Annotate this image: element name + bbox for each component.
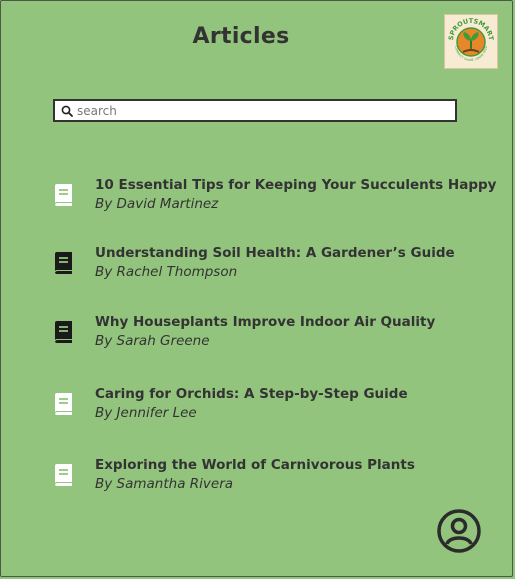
search-bar[interactable] — [53, 99, 457, 122]
search-icon — [60, 104, 74, 118]
article-title[interactable]: Why Houseplants Improve Indoor Air Quali… — [95, 314, 435, 330]
article-author: By Jennifer Lee — [95, 405, 197, 421]
article-title[interactable]: Exploring the World of Carnivorous Plant… — [95, 457, 415, 473]
article-title[interactable]: Caring for Orchids: A Step-by-Step Guide — [95, 386, 408, 402]
book-icon — [52, 320, 74, 344]
article-item[interactable]: 10 Essential Tips for Keeping Your Succu… — [52, 177, 496, 219]
article-item[interactable]: Exploring the World of Carnivorous Plant… — [52, 457, 472, 499]
sproutsmart-logo: SPROUTSMART CONNECT. SHARE. GROW. FEED — [444, 14, 498, 69]
article-author: By David Martinez — [95, 196, 219, 212]
article-title[interactable]: Understanding Soil Health: A Gardener’s … — [95, 245, 455, 261]
user-profile-icon — [437, 509, 481, 553]
article-item[interactable]: Caring for Orchids: A Step-by-Step Guide… — [52, 386, 472, 428]
page-title: Articles — [192, 24, 290, 49]
article-author: By Rachel Thompson — [95, 264, 238, 280]
search-input[interactable] — [77, 101, 437, 120]
book-icon — [52, 251, 74, 275]
article-item[interactable]: Understanding Soil Health: A Gardener’s … — [52, 245, 472, 287]
book-icon — [52, 392, 74, 416]
article-author: By Samantha Rivera — [95, 476, 234, 492]
article-author: By Sarah Greene — [95, 333, 210, 349]
book-icon — [52, 183, 74, 207]
article-item[interactable]: Why Houseplants Improve Indoor Air Quali… — [52, 314, 472, 356]
article-title[interactable]: 10 Essential Tips for Keeping Your Succu… — [95, 177, 496, 193]
profile-button[interactable] — [436, 508, 482, 554]
book-icon — [52, 463, 74, 487]
